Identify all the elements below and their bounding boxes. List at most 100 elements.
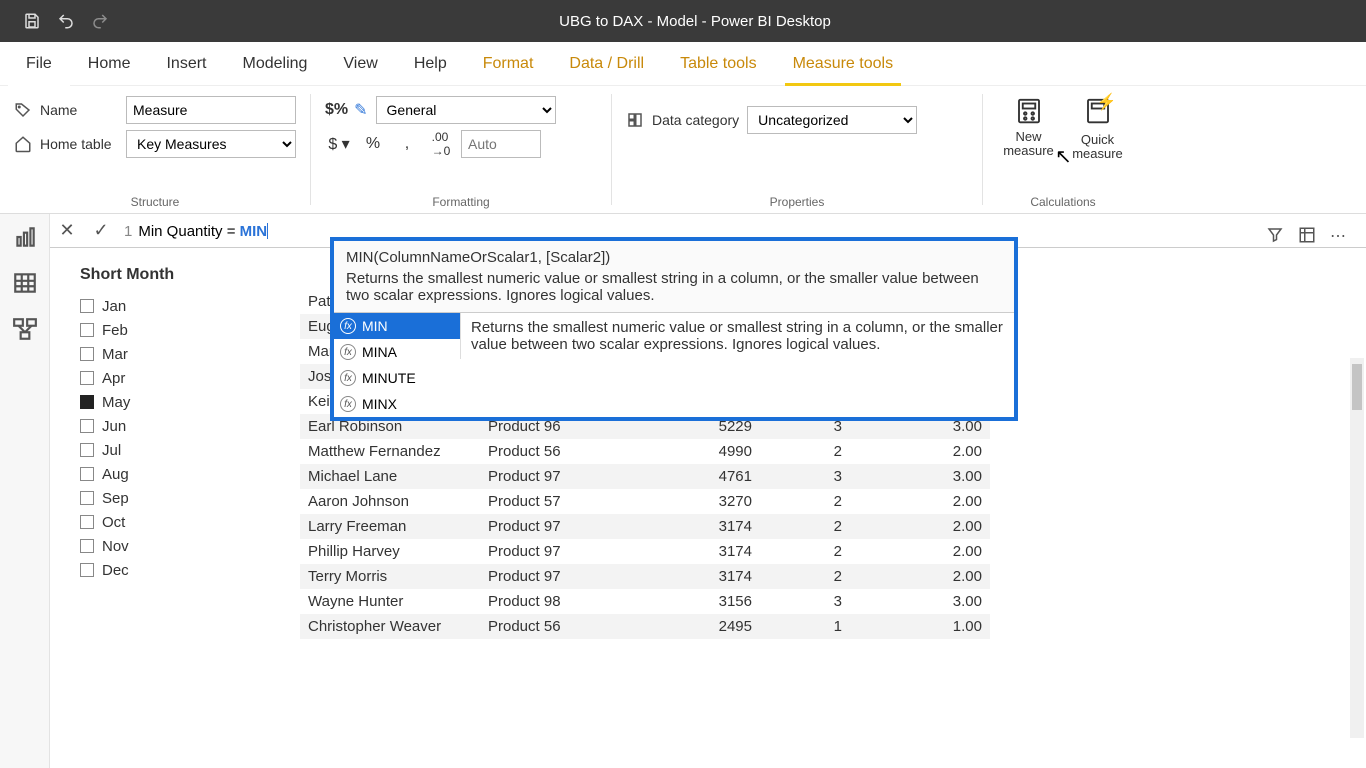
undo-icon[interactable] bbox=[52, 7, 80, 35]
tab-help[interactable]: Help bbox=[396, 42, 465, 86]
tab-measuretools[interactable]: Measure tools bbox=[775, 42, 912, 86]
decimals-input[interactable] bbox=[461, 130, 541, 158]
table-row[interactable]: Wayne HunterProduct 98315633.00 bbox=[300, 589, 990, 614]
decimal-button[interactable]: .00→0 bbox=[427, 132, 455, 156]
tab-modeling[interactable]: Modeling bbox=[224, 42, 325, 86]
cell: 4990 bbox=[620, 440, 760, 463]
cursor-icon: ↖ bbox=[1055, 144, 1072, 169]
slicer-label: Jul bbox=[102, 442, 121, 459]
redo-icon[interactable] bbox=[86, 7, 114, 35]
quick-measure-button[interactable]: ⚡ Quick measure bbox=[1066, 96, 1129, 162]
new-measure-button[interactable]: New measure bbox=[997, 96, 1060, 162]
checkbox-icon[interactable] bbox=[80, 491, 94, 505]
intellisense-label: MIN bbox=[362, 318, 388, 334]
cell: Christopher Weaver bbox=[300, 615, 480, 638]
report-view-icon[interactable] bbox=[12, 224, 38, 250]
commit-formula-button[interactable]: ✓ bbox=[84, 214, 118, 248]
formula-prefix: Min Quantity = bbox=[138, 223, 239, 240]
datacat-select[interactable]: Uncategorized bbox=[747, 106, 917, 134]
table-row[interactable]: Terry MorrisProduct 97317422.00 bbox=[300, 564, 990, 589]
checkbox-icon[interactable] bbox=[80, 467, 94, 481]
checkbox-icon[interactable] bbox=[80, 395, 94, 409]
currency-button[interactable]: $ ▾ bbox=[325, 132, 353, 156]
vertical-scrollbar[interactable] bbox=[1350, 358, 1364, 738]
checkbox-icon[interactable] bbox=[80, 299, 94, 313]
checkbox-icon[interactable] bbox=[80, 347, 94, 361]
save-icon[interactable] bbox=[18, 7, 46, 35]
table-row[interactable]: Phillip HarveyProduct 97317422.00 bbox=[300, 539, 990, 564]
table-row[interactable]: Aaron JohnsonProduct 57327022.00 bbox=[300, 489, 990, 514]
slicer-item-aug[interactable]: Aug bbox=[80, 462, 260, 486]
name-label: Name bbox=[40, 102, 77, 118]
slicer-item-nov[interactable]: Nov bbox=[80, 534, 260, 558]
checkbox-icon[interactable] bbox=[80, 323, 94, 337]
model-view-icon[interactable] bbox=[12, 316, 38, 342]
slicer-item-dec[interactable]: Dec bbox=[80, 558, 260, 582]
data-view-icon[interactable] bbox=[12, 270, 38, 296]
filter-icon[interactable] bbox=[1266, 226, 1284, 249]
cell: Product 56 bbox=[480, 440, 620, 463]
table-row[interactable]: Christopher WeaverProduct 56249511.00 bbox=[300, 614, 990, 639]
cell: Michael Lane bbox=[300, 465, 480, 488]
cell: 1 bbox=[760, 615, 850, 638]
formula-input[interactable]: 1Min Quantity = MIN bbox=[118, 222, 268, 240]
checkbox-icon[interactable] bbox=[80, 371, 94, 385]
group-structure: Structure bbox=[14, 191, 296, 209]
tab-home[interactable]: Home bbox=[70, 42, 149, 86]
slicer-item-apr[interactable]: Apr bbox=[80, 366, 260, 390]
table-row[interactable]: Michael LaneProduct 97476133.00 bbox=[300, 464, 990, 489]
tab-insert[interactable]: Insert bbox=[148, 42, 224, 86]
fx-icon: fx bbox=[340, 318, 356, 334]
slicer-label: Apr bbox=[102, 370, 125, 387]
tab-format[interactable]: Format bbox=[465, 42, 552, 86]
slicer-item-jul[interactable]: Jul bbox=[80, 438, 260, 462]
checkbox-icon[interactable] bbox=[80, 419, 94, 433]
checkbox-icon[interactable] bbox=[80, 443, 94, 457]
category-icon bbox=[626, 111, 644, 129]
cell: 2.00 bbox=[850, 515, 990, 538]
slicer-label: Jun bbox=[102, 418, 126, 435]
intellisense-item-minx[interactable]: fxMINX bbox=[334, 391, 460, 417]
slicer-item-sep[interactable]: Sep bbox=[80, 486, 260, 510]
tab-view[interactable]: View bbox=[325, 42, 395, 86]
function-description: Returns the smallest numeric value or sm… bbox=[346, 270, 1002, 304]
intellisense-item-mina[interactable]: fxMINA bbox=[334, 339, 460, 365]
cancel-formula-button[interactable]: ✕ bbox=[50, 214, 84, 248]
month-slicer: Short Month JanFebMarAprMayJunJulAugSepO… bbox=[80, 266, 260, 639]
slicer-item-mar[interactable]: Mar bbox=[80, 342, 260, 366]
cell: 2.00 bbox=[850, 540, 990, 563]
slicer-item-may[interactable]: May bbox=[80, 390, 260, 414]
percent-button[interactable]: % bbox=[359, 132, 387, 156]
slicer-label: Dec bbox=[102, 562, 129, 579]
focus-icon[interactable] bbox=[1298, 226, 1316, 249]
cell: 2 bbox=[760, 515, 850, 538]
comma-button[interactable]: , bbox=[393, 132, 421, 156]
slicer-item-oct[interactable]: Oct bbox=[80, 510, 260, 534]
name-input[interactable] bbox=[126, 96, 296, 124]
cell: Phillip Harvey bbox=[300, 540, 480, 563]
cell: 2.00 bbox=[850, 490, 990, 513]
group-calc: Calculations bbox=[997, 191, 1129, 209]
tab-tabletools[interactable]: Table tools bbox=[662, 42, 775, 86]
slicer-item-jun[interactable]: Jun bbox=[80, 414, 260, 438]
hometable-select[interactable]: Key Measures bbox=[126, 130, 296, 158]
slicer-item-feb[interactable]: Feb bbox=[80, 318, 260, 342]
tab-file[interactable]: File bbox=[8, 42, 70, 86]
cell: 3 bbox=[760, 465, 850, 488]
format-select[interactable]: General bbox=[376, 96, 556, 124]
table-row[interactable]: Larry FreemanProduct 97317422.00 bbox=[300, 514, 990, 539]
checkbox-icon[interactable] bbox=[80, 563, 94, 577]
cell: Product 97 bbox=[480, 565, 620, 588]
quick-measure-label: Quick measure bbox=[1066, 133, 1129, 162]
more-icon[interactable]: ⋯ bbox=[1330, 226, 1346, 249]
selected-function-desc: Returns the smallest numeric value or sm… bbox=[460, 313, 1014, 359]
cell: Product 57 bbox=[480, 490, 620, 513]
table-row[interactable]: Matthew FernandezProduct 56499022.00 bbox=[300, 439, 990, 464]
tab-datadrill[interactable]: Data / Drill bbox=[551, 42, 662, 86]
new-measure-label: New measure bbox=[997, 130, 1060, 159]
intellisense-item-minute[interactable]: fxMINUTE bbox=[334, 365, 460, 391]
slicer-item-jan[interactable]: Jan bbox=[80, 294, 260, 318]
intellisense-item-min[interactable]: fx MIN bbox=[334, 313, 460, 339]
checkbox-icon[interactable] bbox=[80, 515, 94, 529]
checkbox-icon[interactable] bbox=[80, 539, 94, 553]
